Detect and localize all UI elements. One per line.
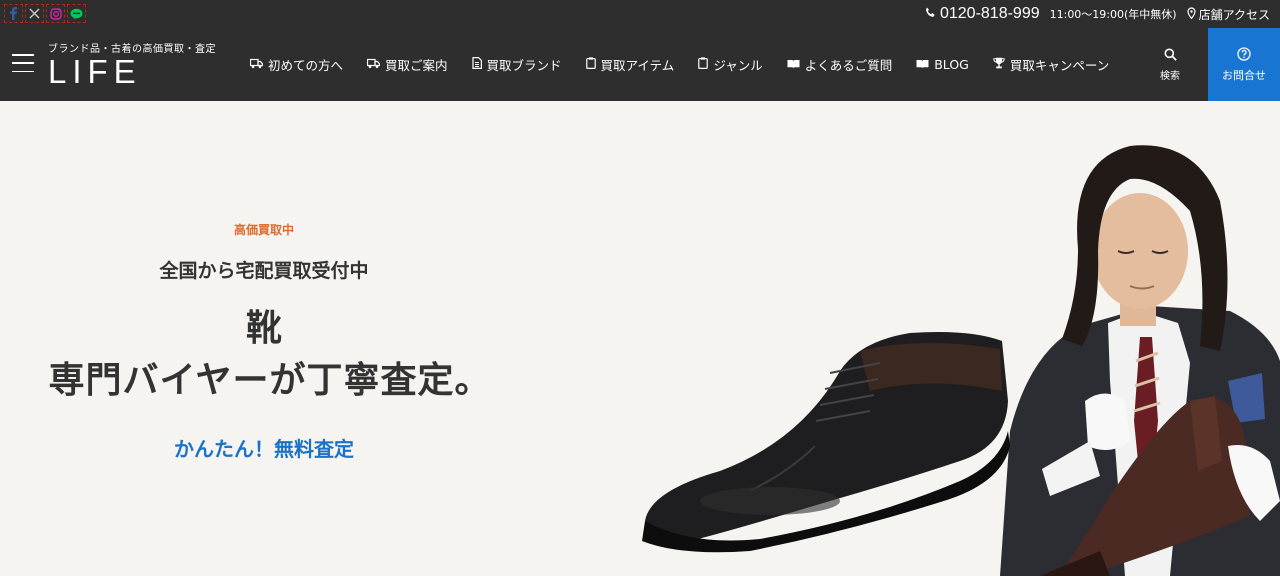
clipboard-icon [698, 57, 709, 72]
nav-item-campaign[interactable]: 買取キャンペーン [981, 28, 1121, 101]
hero-subhead: 全国から宅配買取受付中 [159, 260, 369, 282]
book-icon [916, 57, 929, 72]
store-access-link[interactable]: 店舗アクセス [1186, 6, 1270, 23]
truck-icon [366, 57, 381, 72]
phone-number-text: 0120-818-999 [939, 5, 1040, 22]
inquiry-button[interactable]: お問合せ [1208, 28, 1280, 101]
nav-label: 買取ご案内 [385, 58, 448, 73]
nav-label: ジャンル [713, 58, 763, 73]
hero-headline-category: 靴 [245, 308, 282, 349]
contact-info: 0120-818-999 11:00〜19:00(年中無休) 店舗アクセス [925, 0, 1270, 28]
truck-icon [249, 57, 264, 72]
instagram-icon[interactable] [46, 4, 65, 23]
main-nav: 初めての方へ 買取ご案内 買取ブランド 買取アイテム ジャンル よくあるご質問 … [238, 28, 1121, 101]
hero-headline: 専門バイヤーが丁寧査定。 [48, 360, 492, 401]
nav-item-genre[interactable]: ジャンル [686, 28, 774, 101]
hero-image [642, 145, 1280, 576]
line-icon[interactable] [67, 4, 86, 23]
search-icon [1164, 48, 1177, 64]
clipboard-icon [585, 57, 596, 72]
book-icon [787, 57, 800, 72]
nav-item-purchase-guide[interactable]: 買取ご案内 [355, 28, 460, 101]
phone-icon [925, 5, 936, 23]
social-links [4, 4, 86, 23]
nav-label: よくあるご質問 [804, 58, 893, 73]
facebook-icon[interactable] [4, 4, 23, 23]
nav-label: 買取キャンペーン [1009, 58, 1110, 73]
search-label: 検索 [1160, 70, 1180, 82]
inquiry-label: お問合せ [1222, 68, 1266, 82]
nav-label: 買取ブランド [486, 58, 562, 73]
nav-item-blog[interactable]: BLOG [904, 28, 981, 101]
menu-icon[interactable] [12, 54, 34, 72]
hero-badge: 高価買取中 [233, 223, 294, 237]
site-logo[interactable]: ブランド品・古着の高価買取・査定 LIFE [48, 40, 216, 89]
hero-section: 高価買取中 全国から宅配買取受付中 靴 専門バイヤーが丁寧査定。 かんたん！無料… [0, 101, 1280, 576]
business-hours: 11:00〜19:00(年中無休) [1049, 8, 1177, 21]
store-access-label: 店舗アクセス [1198, 7, 1270, 22]
logo-wordmark: LIFE [48, 53, 142, 90]
map-pin-icon [1186, 6, 1196, 22]
trophy-icon [993, 57, 1005, 72]
nav-item-faq[interactable]: よくあるご質問 [775, 28, 905, 101]
search-button[interactable]: 検索 [1134, 28, 1206, 101]
nav-item-first-time[interactable]: 初めての方へ [238, 28, 355, 101]
x-icon[interactable] [25, 4, 44, 23]
nav-label: BLOG [934, 57, 969, 72]
question-circle-icon [1237, 46, 1251, 64]
top-bar: 0120-818-999 11:00〜19:00(年中無休) 店舗アクセス [0, 0, 1280, 28]
nav-item-items[interactable]: 買取アイテム [574, 28, 687, 101]
document-icon [471, 57, 482, 72]
phone-number[interactable]: 0120-818-999 [925, 5, 1040, 23]
site-header: ブランド品・古着の高価買取・査定 LIFE 初めての方へ 買取ご案内 買取ブラン… [0, 28, 1280, 101]
nav-label: 初めての方へ [268, 58, 344, 73]
nav-item-brands[interactable]: 買取ブランド [460, 28, 574, 101]
free-appraisal-link[interactable]: かんたん！無料査定 [0, 433, 528, 462]
nav-label: 買取アイテム [600, 58, 675, 73]
